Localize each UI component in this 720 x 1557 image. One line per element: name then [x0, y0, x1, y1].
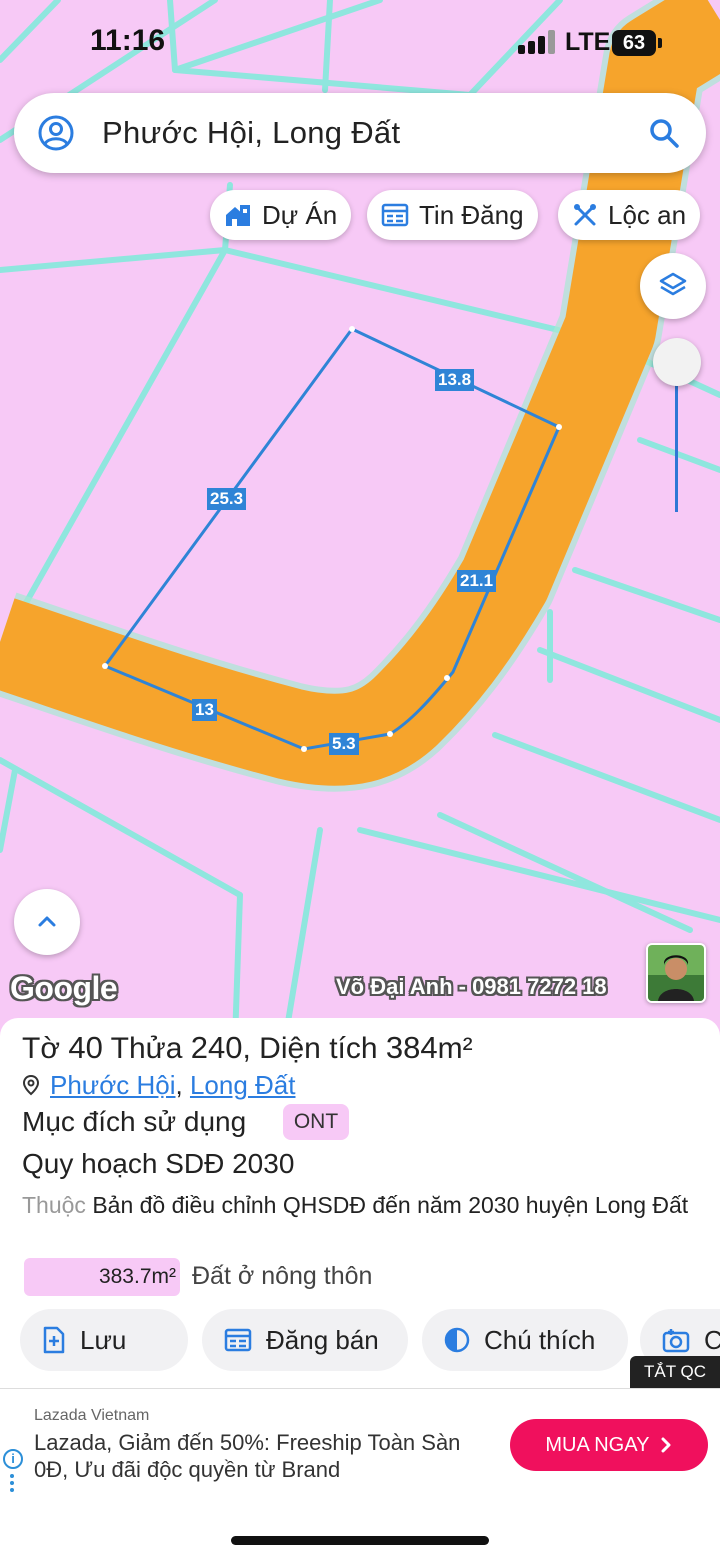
status-time: 11:16 [90, 24, 166, 57]
district-link[interactable]: Long Đất [190, 1070, 296, 1100]
signal-icon [518, 30, 558, 54]
search-bar[interactable]: Phước Hội, Long Đất [14, 93, 706, 173]
google-logo: Google [10, 970, 118, 1006]
location-pin-icon [22, 1074, 40, 1096]
parcel-location: Phước Hội, Long Đất [22, 1070, 296, 1101]
edge-label: 13.8 [435, 369, 475, 391]
bottom-safe-area [0, 1498, 720, 1557]
listing-icon [224, 1328, 252, 1352]
parcel-title: Tờ 40 Thửa 240, Diện tích 384m² [22, 1030, 473, 1065]
land-use-label: Mục đích sử dụng [22, 1106, 247, 1137]
listing-icon [381, 203, 409, 227]
layers-button[interactable] [640, 253, 706, 319]
home-city-icon [226, 205, 250, 226]
legend-button[interactable]: Chú thích [422, 1309, 628, 1371]
battery-icon: 63 [612, 30, 662, 56]
post-sale-button[interactable]: Đăng bán [202, 1309, 408, 1371]
plan-source: Thuộc Bản đồ điều chỉnh QHSDĐ đến năm 20… [22, 1192, 689, 1218]
camera-icon [662, 1329, 690, 1353]
chip-loc-an[interactable]: Lộc an [558, 190, 701, 240]
save-add-icon [43, 1326, 65, 1354]
chip-label: Lộc an [608, 199, 687, 230]
user-icon[interactable] [36, 113, 76, 153]
expand-panel-button[interactable] [14, 889, 80, 955]
save-button[interactable]: Lưu [20, 1309, 188, 1371]
search-icon[interactable] [646, 115, 682, 151]
zoom-slider-handle[interactable] [653, 338, 701, 386]
network-type: LTE [565, 28, 611, 56]
ad-text: Lazada, Giảm đến 50%: Freeship Toàn Sàn … [34, 1430, 461, 1482]
tools-icon [574, 204, 596, 226]
legend-icon [444, 1327, 470, 1353]
info-icon[interactable]: i [3, 1449, 23, 1469]
chip-label: Dự Án [262, 199, 338, 230]
edge-label: 5.3 [329, 733, 359, 755]
land-use-badge: ONT [283, 1104, 349, 1140]
edge-label: 21.1 [457, 570, 497, 592]
chip-du-an[interactable]: Dự Án [210, 190, 352, 240]
status-bar: 11:16 LTE 63 [0, 0, 720, 84]
watermark-text: Võ Đại Anh - 0981 7272 18 [336, 974, 607, 999]
chip-tin-dang[interactable]: Tin Đăng [367, 190, 538, 240]
chevron-up-icon [38, 916, 56, 927]
ad-cta-button[interactable]: MUA NGAY [510, 1419, 708, 1471]
home-indicator[interactable] [231, 1536, 489, 1545]
more-options-icon[interactable] [10, 1474, 14, 1495]
chevron-right-icon [661, 1437, 671, 1453]
ad-banner[interactable]: i Lazada Vietnam Lazada, Giảm đến 50%: F… [0, 1388, 720, 1498]
close-ad-button[interactable]: TẮT QC [630, 1356, 720, 1388]
ad-brand: Lazada Vietnam [34, 1407, 150, 1424]
zone-label: Đất ở nông thôn [192, 1262, 373, 1290]
zone-area-badge: 383.7m² [24, 1258, 180, 1296]
edge-label: 13 [192, 699, 217, 721]
search-input[interactable]: Phước Hội, Long Đất [102, 115, 400, 151]
avatar-image [648, 945, 704, 1001]
chip-label: Tin Đăng [419, 199, 524, 230]
plan-heading: Quy hoạch SDĐ 2030 [22, 1148, 295, 1179]
avatar[interactable] [646, 943, 706, 1003]
ward-link[interactable]: Phước Hội [50, 1070, 176, 1100]
layers-icon [659, 272, 687, 296]
parcel-info-panel: Tờ 40 Thửa 240, Diện tích 384m² Phước Hộ… [0, 1018, 720, 1388]
edge-label: 25.3 [207, 488, 247, 510]
